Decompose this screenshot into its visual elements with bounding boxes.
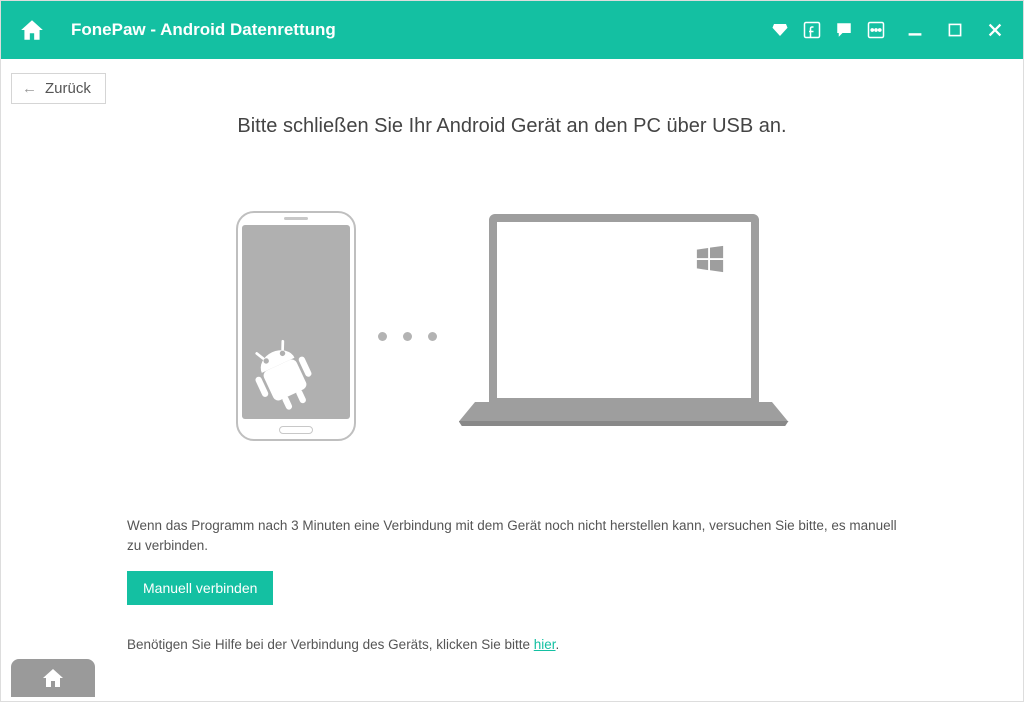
connection-dots <box>378 332 437 341</box>
page-heading: Bitte schließen Sie Ihr Android Gerät an… <box>237 115 786 138</box>
help-link[interactable]: hier <box>534 637 556 652</box>
help-suffix: . <box>556 637 560 652</box>
app-title: FonePaw - Android Datenrettung <box>71 20 771 40</box>
more-icon[interactable] <box>867 21 885 39</box>
minimize-button[interactable] <box>905 20 925 40</box>
footer-home-button[interactable] <box>11 659 95 697</box>
android-icon <box>242 321 330 419</box>
laptop-illustration <box>459 214 789 444</box>
titlebar: FonePaw - Android Datenrettung <box>1 1 1023 59</box>
help-line: Benötigen Sie Hilfe bei der Verbindung d… <box>127 635 897 655</box>
info-block: Wenn das Programm nach 3 Minuten eine Ve… <box>127 516 897 655</box>
help-prefix: Benötigen Sie Hilfe bei der Verbindung d… <box>127 637 534 652</box>
back-button[interactable]: ← Zurück <box>11 73 106 104</box>
back-label: Zurück <box>45 80 91 97</box>
connection-illustration <box>236 208 789 444</box>
close-button[interactable] <box>985 20 1005 40</box>
arrow-left-icon: ← <box>22 80 37 97</box>
windows-icon <box>695 244 725 274</box>
main-content: Bitte schließen Sie Ihr Android Gerät an… <box>1 101 1023 641</box>
phone-illustration <box>236 211 356 441</box>
manual-connect-button[interactable]: Manuell verbinden <box>127 571 273 605</box>
facebook-icon[interactable] <box>803 21 821 39</box>
maximize-button[interactable] <box>945 20 965 40</box>
diamond-icon[interactable] <box>771 21 789 39</box>
home-icon <box>41 666 65 690</box>
home-icon[interactable] <box>19 17 45 43</box>
feedback-icon[interactable] <box>835 21 853 39</box>
info-text: Wenn das Programm nach 3 Minuten eine Ve… <box>127 516 897 557</box>
titlebar-right-icons <box>771 20 1005 40</box>
